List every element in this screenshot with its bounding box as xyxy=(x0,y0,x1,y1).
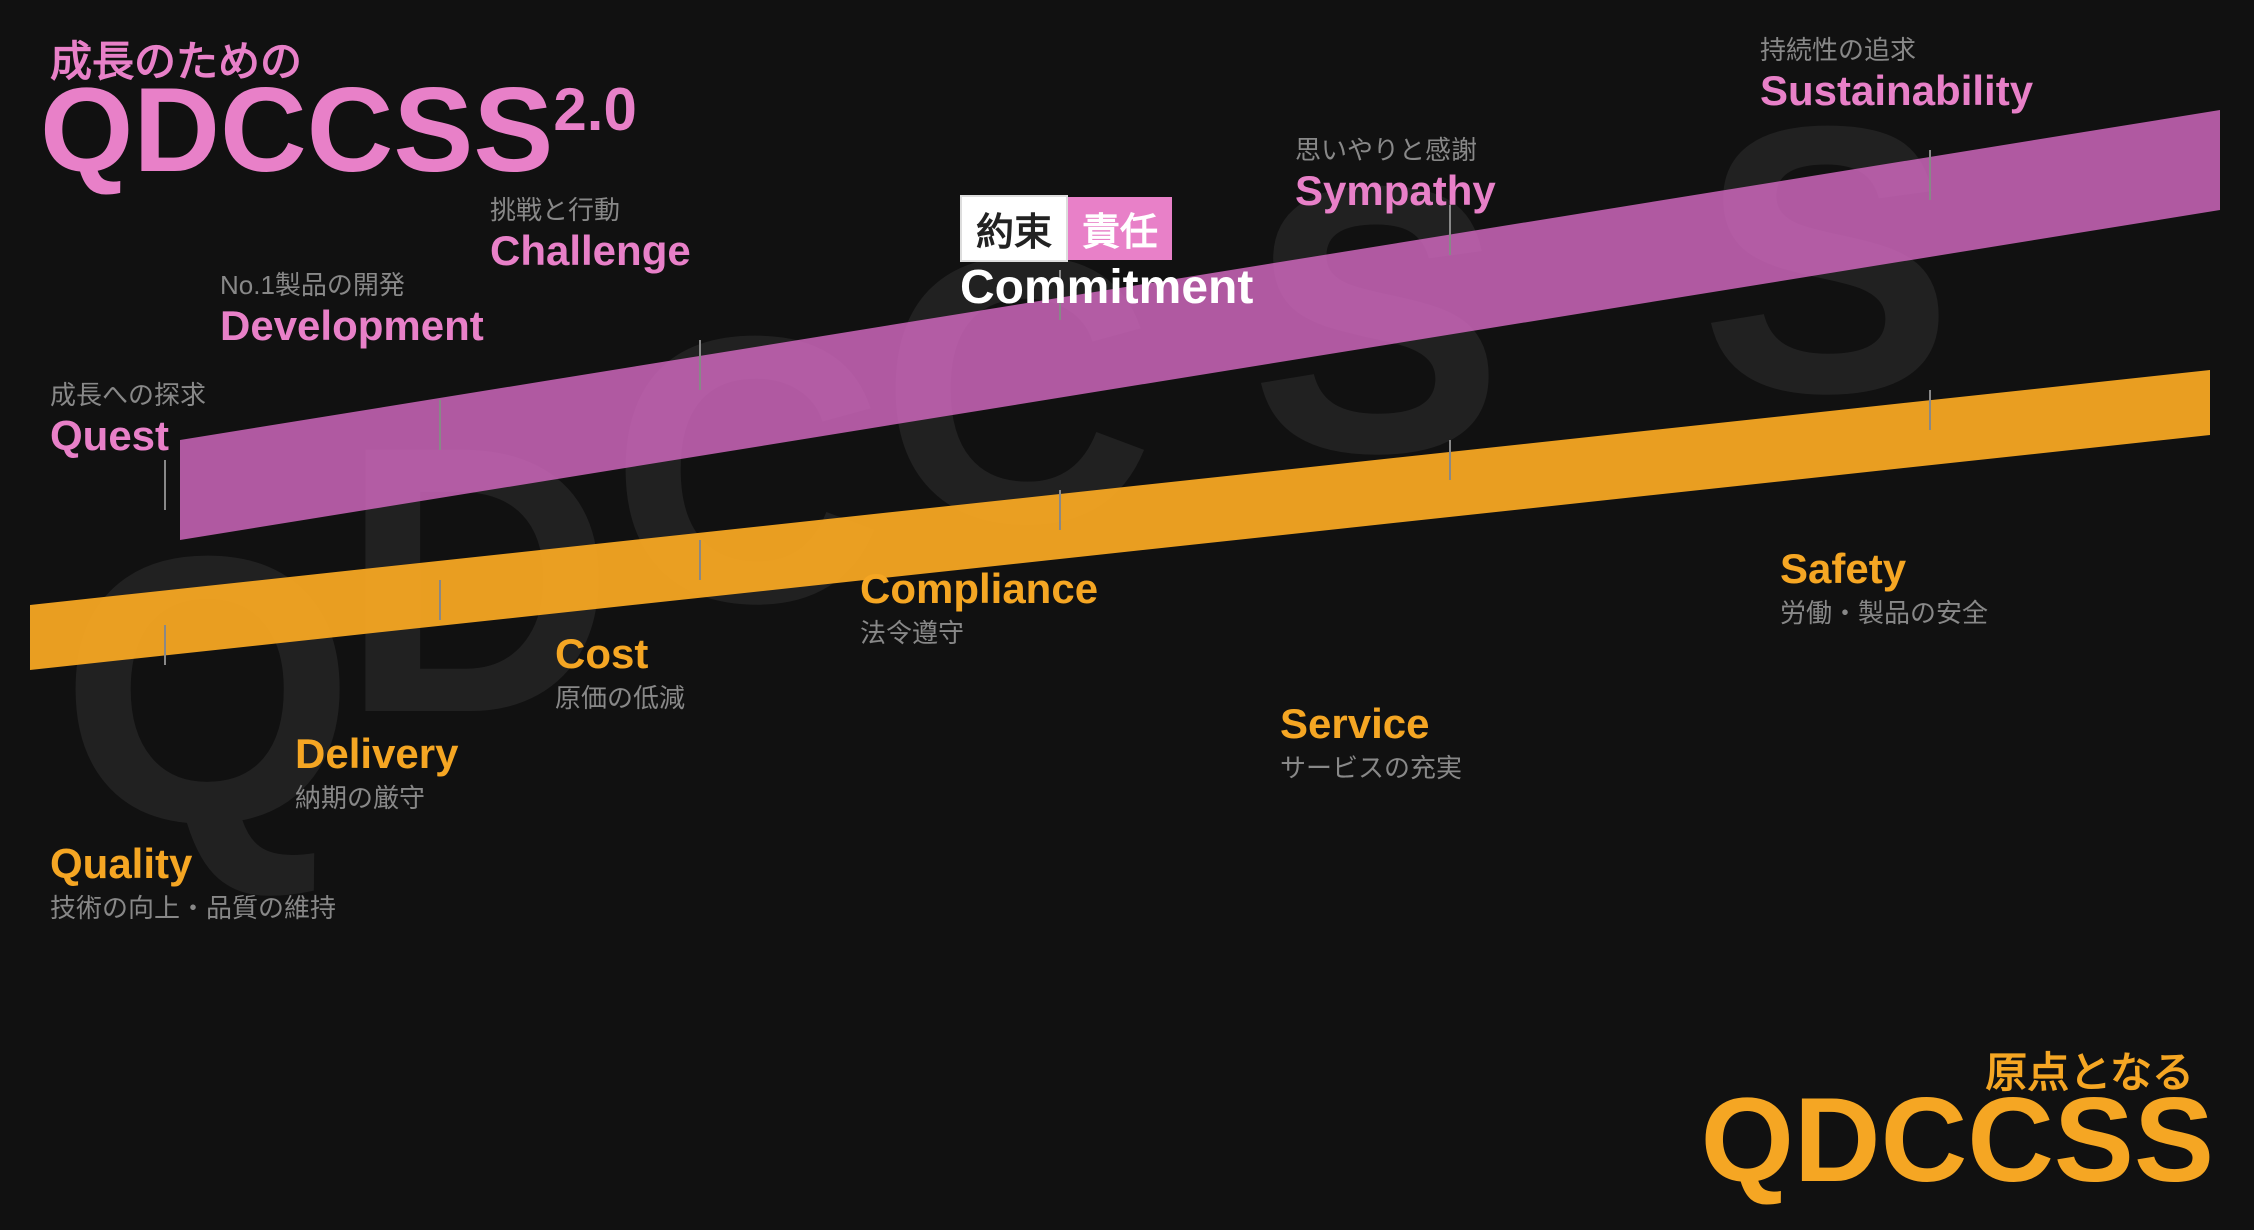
label-challenge: 挑戦と行動 Challenge xyxy=(490,190,691,275)
commitment-box: 約束 責任 xyxy=(960,195,1172,262)
label-safety: Safety 労働・製品の安全 xyxy=(1780,545,1988,630)
label-compliance: Compliance 法令遵守 xyxy=(860,565,1098,650)
nin-box: 責任 xyxy=(1068,197,1172,260)
label-quest: 成長への探求 Quest xyxy=(50,375,206,460)
label-quality: Quality 技術の向上・品質の維持 xyxy=(50,840,336,925)
label-cost: Cost 原価の低減 xyxy=(555,630,685,715)
label-sustainability: 持続性の追求 Sustainability xyxy=(1760,30,2033,115)
label-delivery: Delivery 納期の厳守 xyxy=(295,730,458,815)
title-main: QDCCSS2.0 xyxy=(40,70,637,190)
bottom-title-main: QDCCSS xyxy=(1701,1080,2214,1200)
label-service: Service サービスの充実 xyxy=(1280,700,1462,785)
label-commitment: Commitment xyxy=(960,260,1253,315)
diagram-container: Q D C C S S xyxy=(0,0,2254,1230)
yaku-box: 約束 xyxy=(960,195,1068,262)
label-sympathy: 思いやりと感謝 Sympathy xyxy=(1295,130,1496,215)
label-development: No.1製品の開発 Development xyxy=(220,265,484,350)
